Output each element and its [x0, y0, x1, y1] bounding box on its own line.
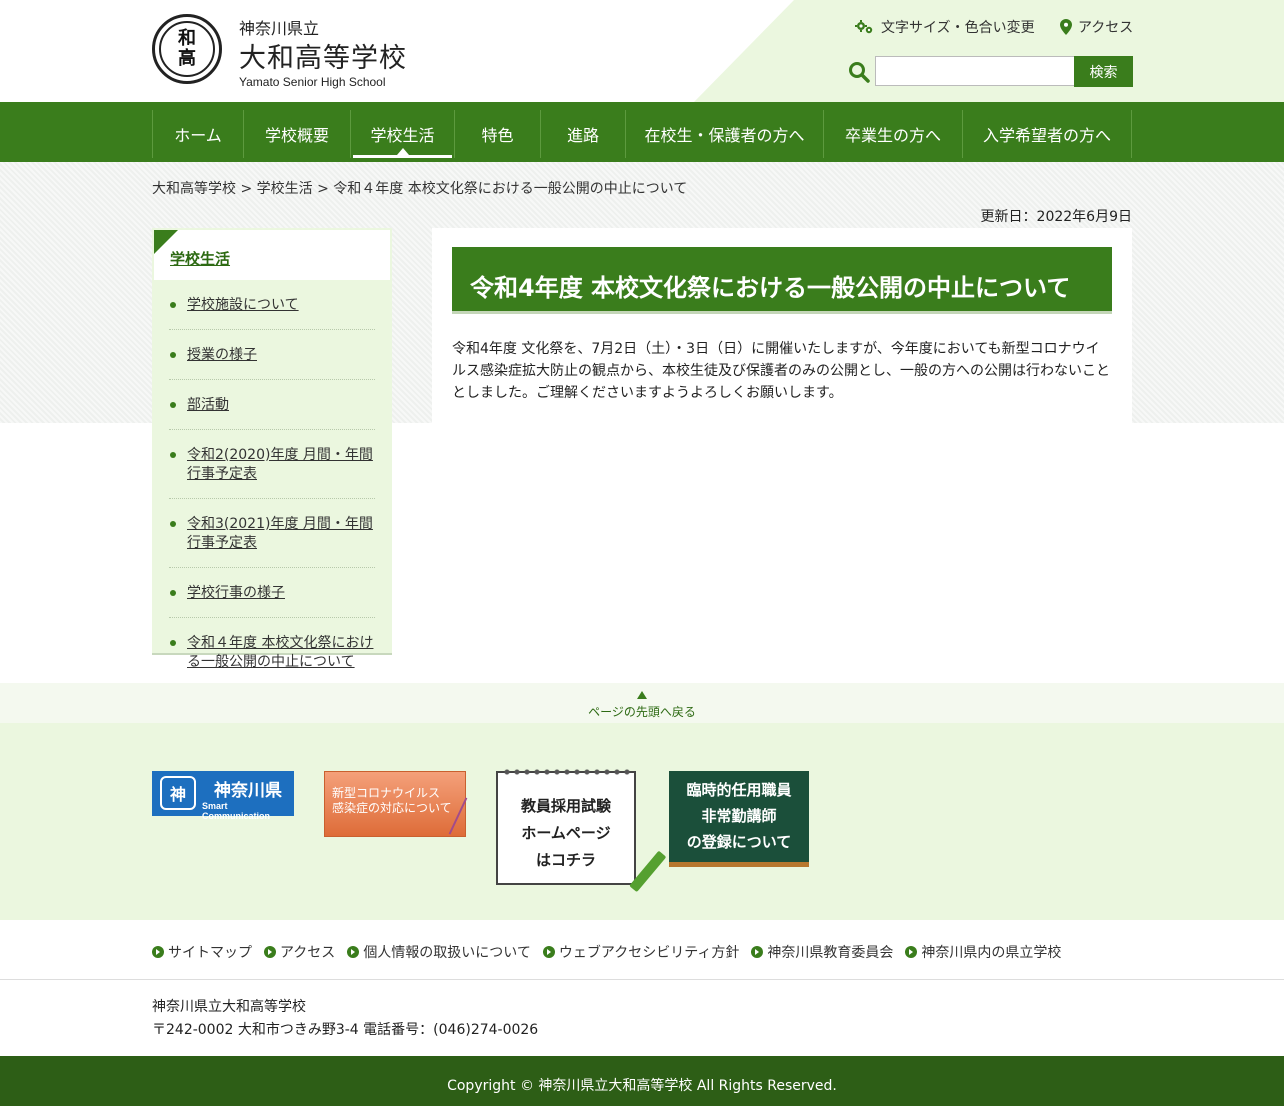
search-button[interactable]: 検索 — [1074, 56, 1133, 87]
search-input[interactable] — [875, 56, 1075, 86]
font-color-change-link[interactable]: 文字サイズ・色合い変更 — [855, 17, 1035, 37]
breadcrumb-separator: > — [236, 181, 257, 197]
page-top-link[interactable]: ページの先頭へ戻る — [0, 683, 1284, 723]
breadcrumb-current: 令和４年度 本校文化祭における一般公開の中止について — [333, 181, 688, 197]
main-content: 令和4年度 本校文化祭における一般公開の中止について 令和4年度 文化祭を、7月… — [432, 228, 1132, 423]
sidebar-list: 学校施設について 授業の様子 部活動 令和2(2020)年度 月間・年間行事予定… — [169, 280, 375, 687]
footer-link-prefectural-schools[interactable]: 神奈川県内の県立学校 — [905, 942, 1061, 962]
nav-item-features[interactable]: 特色 — [455, 110, 541, 158]
footer-divider — [0, 979, 1284, 980]
footer-link-privacy[interactable]: 個人情報の取扱いについて — [347, 942, 531, 962]
footer-link-label: ウェブアクセシビリティ方針 — [558, 945, 740, 961]
copyright: Copyright © 神奈川県立大和高等学校 All Rights Reser… — [0, 1056, 1284, 1106]
breadcrumb-separator: > — [312, 181, 334, 197]
board-banner-line3: の登録について — [686, 833, 792, 851]
breadcrumb: 大和高等学校 > 学校生活 > 令和４年度 本校文化祭における一般公開の中止につ… — [152, 178, 687, 198]
nav-item-about[interactable]: 学校概要 — [244, 110, 351, 158]
breadcrumb-home[interactable]: 大和高等学校 — [152, 181, 236, 197]
nav-item-career[interactable]: 進路 — [541, 110, 626, 158]
teacher-banner-line3: はコチラ — [535, 851, 596, 869]
arrow-circle-icon — [347, 946, 360, 958]
header-access-label: アクセス — [1078, 20, 1134, 36]
sidebar-item-festival-notice[interactable]: 令和４年度 本校文化祭における一般公開の中止について — [169, 618, 375, 687]
header-access-link[interactable]: アクセス — [1060, 17, 1133, 37]
teacher-exam-banner[interactable]: 教員採用試験 ホームページ はコチラ — [496, 767, 667, 893]
sidebar-header: 学校生活 — [154, 230, 390, 280]
global-nav-list: ホーム 学校概要 学校生活 特色 進路 在校生・保護者の方へ 卒業生の方へ 入学… — [152, 110, 1132, 158]
emblem-top-char: 和 — [178, 28, 196, 49]
arrow-up-icon — [637, 691, 647, 699]
sidebar-title[interactable]: 学校生活 — [170, 248, 230, 269]
sidebar-item-events[interactable]: 学校行事の様子 — [169, 568, 375, 618]
temp-staff-banner[interactable]: 臨時的任用職員 非常勤講師 の登録について — [669, 771, 809, 867]
article-body: 令和4年度 文化祭を、7月2日（土）・3日（日）に開催いたしますが、今年度におい… — [452, 341, 1110, 401]
notebook-rings-decor — [502, 767, 630, 777]
site-header: 和 高 神奈川県立 大和高等学校 Yamato Senior High Scho… — [0, 0, 1284, 102]
board-banner-line2: 非常勤講師 — [701, 807, 777, 825]
nav-item-graduates[interactable]: 卒業生の方へ — [824, 110, 963, 158]
teacher-banner-line2: ホームページ — [521, 824, 611, 842]
footer-address: 神奈川県立大和高等学校 〒242-0002 大和市つきみ野3-4 電話番号：(0… — [152, 996, 538, 1042]
sidebar-item-schedule-2021[interactable]: 令和3(2021)年度 月間・年間行事予定表 — [169, 499, 375, 568]
sidebar-item-classes[interactable]: 授業の様子 — [169, 330, 375, 380]
footer-link-accessibility[interactable]: ウェブアクセシビリティ方針 — [542, 942, 740, 962]
corona-banner[interactable]: 新型コロナウイルス 感染症の対応について — [324, 771, 468, 837]
footer-link-access[interactable]: アクセス — [264, 942, 335, 962]
emblem-bottom-char: 高 — [178, 48, 196, 69]
banner-area: 神 神奈川県 Smart Communication 新型コロナウイルス 感染症… — [0, 723, 1284, 920]
footer-link-label: 個人情報の取扱いについて — [363, 945, 531, 961]
sidebar-item-schedule-2020[interactable]: 令和2(2020)年度 月間・年間行事予定表 — [169, 430, 375, 499]
search-icon — [849, 62, 870, 83]
kanagawa-logo-icon: 神 — [160, 776, 196, 810]
global-nav: ホーム 学校概要 学校生活 特色 進路 在校生・保護者の方へ 卒業生の方へ 入学… — [0, 102, 1284, 162]
font-color-change-label: 文字サイズ・色合い変更 — [881, 20, 1035, 36]
footer-link-label: アクセス — [280, 945, 336, 961]
kanagawa-banner-title: 神奈川県 — [214, 781, 282, 801]
school-emblem-logo[interactable]: 和 高 — [152, 14, 222, 84]
sidebar-item-clubs[interactable]: 部活動 — [169, 380, 375, 430]
corona-banner-line1: 新型コロナウイルス — [332, 786, 441, 800]
footer-links: サイトマップ アクセス 個人情報の取扱いについて ウェブアクセシビリティ方針 神… — [152, 942, 1073, 962]
nav-item-home[interactable]: ホーム — [153, 110, 244, 158]
nav-item-students-parents[interactable]: 在校生・保護者の方へ — [626, 110, 824, 158]
sidebar: 学校生活 学校施設について 授業の様子 部活動 令和2(2020)年度 月間・年… — [152, 228, 392, 687]
page-title: 令和4年度 本校文化祭における一般公開の中止について — [452, 247, 1112, 314]
corona-banner-line2: 感染症の対応について — [332, 801, 452, 815]
emblem-inner: 和 高 — [159, 21, 215, 77]
arrow-circle-icon — [542, 946, 555, 958]
footer-link-label: サイトマップ — [168, 945, 252, 961]
footer-address-line: 〒242-0002 大和市つきみ野3-4 電話番号：(046)274-0026 — [152, 1022, 539, 1038]
site-title[interactable]: 大和高等学校 — [239, 36, 407, 75]
map-pin-icon — [1060, 19, 1072, 35]
breadcrumb-section[interactable]: 学校生活 — [257, 181, 313, 197]
arrow-circle-icon — [905, 946, 918, 958]
footer-link-label: 神奈川県教育委員会 — [767, 945, 894, 961]
arrow-circle-icon — [264, 946, 276, 958]
sidebar-item-facilities[interactable]: 学校施設について — [169, 280, 375, 330]
footer-link-label: 神奈川県内の県立学校 — [921, 945, 1062, 961]
nav-item-school-life[interactable]: 学校生活 — [351, 110, 455, 158]
teacher-banner-line1: 教員採用試験 — [520, 797, 611, 815]
page-top-label: ページの先頭へ戻る — [588, 705, 696, 719]
footer-school-name: 神奈川県立大和高等学校 — [152, 999, 306, 1015]
footer-link-board-of-education[interactable]: 神奈川県教育委員会 — [751, 942, 893, 962]
kanagawa-pref-banner[interactable]: 神 神奈川県 Smart Communication — [152, 771, 294, 821]
footer-link-sitemap[interactable]: サイトマップ — [152, 942, 252, 962]
site-title-en: Yamato Senior High School — [239, 75, 386, 89]
updated-date: 更新日：2022年6月9日 — [980, 209, 1132, 225]
arrow-circle-icon — [152, 946, 164, 958]
nav-item-applicants[interactable]: 入学希望者の方へ — [963, 110, 1132, 158]
arrow-circle-icon — [751, 946, 764, 958]
board-banner-line1: 臨時的任用職員 — [686, 781, 792, 799]
kanagawa-banner-sub: Smart Communication — [202, 801, 271, 821]
header-decor — [694, 0, 1284, 102]
gears-icon — [855, 20, 873, 34]
pencil-icon — [629, 850, 667, 893]
